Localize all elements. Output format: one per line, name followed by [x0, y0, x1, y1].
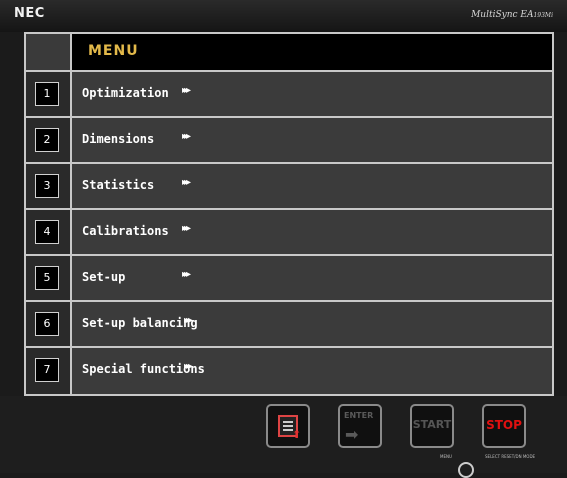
menu-item-number[interactable]: 1: [35, 82, 59, 106]
menu-item-label: Set-up balancing: [82, 316, 198, 330]
menu-item-number[interactable]: 4: [35, 220, 59, 244]
model-name: MultiSync EA193Mi: [471, 10, 553, 20]
enter-button[interactable]: ENTER ➡: [338, 404, 382, 448]
menu-item-number[interactable]: 7: [35, 358, 59, 382]
chevron-right-icon: ▸▸▸: [182, 269, 191, 280]
menu-item-label: Statistics: [82, 178, 155, 192]
brand-logo: NEC: [14, 6, 45, 21]
hardware-menu-label: MENU: [440, 454, 452, 459]
arrow-right-icon: ➡: [345, 425, 359, 444]
hardware-knob-icon[interactable]: [458, 462, 474, 478]
menu-item-calibrations[interactable]: 4 Calibrations ▸▸▸: [26, 210, 552, 256]
chevron-right-icon: ▸▸▸: [182, 177, 191, 188]
enter-label: ENTER: [344, 411, 374, 420]
menu-item-number-cell: 5: [26, 256, 72, 300]
menu-item-label: Optimization: [82, 86, 169, 100]
menu-item-number[interactable]: 6: [35, 312, 59, 336]
menu-item-set-up[interactable]: 5 Set-up ▸▸▸: [26, 256, 552, 302]
menu-item-number-cell: 7: [26, 348, 72, 394]
menu-item-number[interactable]: 2: [35, 128, 59, 152]
menu-item-set-up-balancing[interactable]: 6 Set-up balancing ▸▸▸: [26, 302, 552, 348]
arrow-up-icon: ⬆: [292, 428, 302, 441]
start-label: START: [412, 418, 452, 431]
stop-button[interactable]: STOP: [482, 404, 526, 448]
start-button[interactable]: START: [410, 404, 454, 448]
menu-item-statistics[interactable]: 3 Statistics ▸▸▸: [26, 164, 552, 210]
menu-item-number-cell: 4: [26, 210, 72, 254]
menu-item-number[interactable]: 3: [35, 174, 59, 198]
menu-item-number-cell: 6: [26, 302, 72, 346]
button-bar: ⬆ ENTER ➡ START STOP MENU SELECT RESET/D…: [0, 396, 567, 478]
chevron-right-icon: ▸▸▸: [182, 131, 191, 142]
menu-item-label: Calibrations: [82, 224, 169, 238]
menu-item-optimization[interactable]: 1 Optimization ▸▸▸: [26, 72, 552, 118]
stop-label: STOP: [486, 418, 522, 432]
menu-header: MENU: [26, 34, 552, 72]
menu-item-special-functions[interactable]: 7 Special functions ▸▸▸: [26, 348, 552, 394]
menu-screen: MENU 1 Optimization ▸▸▸ 2 Dimensions ▸▸▸…: [24, 32, 554, 396]
exit-button[interactable]: ⬆: [266, 404, 310, 448]
menu-item-dimensions[interactable]: 2 Dimensions ▸▸▸: [26, 118, 552, 164]
chevron-right-icon: ▸▸▸: [182, 85, 191, 96]
chevron-right-icon: ▸▸▸: [184, 315, 193, 326]
menu-item-number-cell: 3: [26, 164, 72, 208]
monitor-bezel-top: NEC MultiSync EA193Mi: [0, 0, 567, 32]
menu-list: 1 Optimization ▸▸▸ 2 Dimensions ▸▸▸ 3 St…: [26, 72, 552, 394]
menu-item-number[interactable]: 5: [35, 266, 59, 290]
chevron-right-icon: ▸▸▸: [182, 223, 191, 234]
chevron-right-icon: ▸▸▸: [184, 361, 193, 372]
menu-item-label: Set-up: [82, 270, 126, 284]
menu-item-number-cell: 1: [26, 72, 72, 116]
menu-item-number-cell: 2: [26, 118, 72, 162]
header-corner: [26, 34, 72, 70]
hardware-select-label: SELECT RESET/DN MODE: [485, 454, 536, 459]
menu-title: MENU: [88, 43, 139, 59]
menu-item-label: Dimensions: [82, 132, 155, 146]
